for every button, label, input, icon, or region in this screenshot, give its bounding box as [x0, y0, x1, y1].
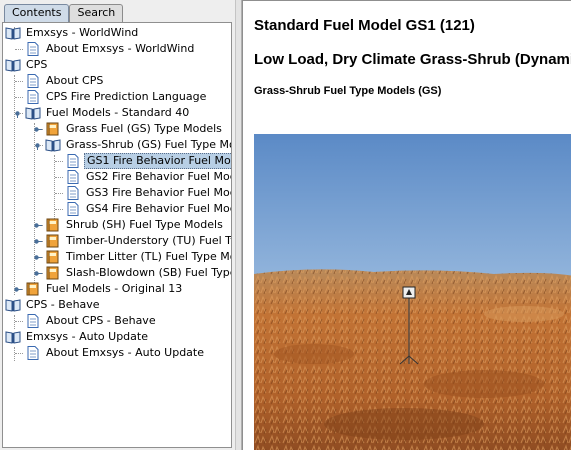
tree-item-label: Timber Litter (TL) Fuel Type Model — [66, 250, 231, 263]
tree-item-label: Emxsys - Auto Update — [26, 330, 148, 343]
tree-item[interactable]: About CPS — [3, 73, 231, 89]
page-icon — [65, 202, 81, 216]
expand-toggle-icon[interactable] — [33, 253, 42, 262]
tree-item-label: Grass Fuel (GS) Type Models — [66, 122, 222, 135]
collapse-toggle-icon[interactable] — [13, 109, 22, 118]
collapse-toggle-icon[interactable] — [33, 141, 42, 150]
book-closed-icon — [45, 250, 61, 264]
page-title: Standard Fuel Model GS1 (121) — [254, 17, 475, 34]
tree-item-label: GS3 Fire Behavior Fuel Model — [86, 186, 232, 199]
tree-item[interactable]: Emxsys - Auto Update — [3, 329, 231, 345]
tree-connector-line — [55, 209, 63, 210]
book-open-icon — [25, 106, 41, 120]
tree-item-label: CPS — [26, 58, 48, 71]
tree-item-label: About Emxsys - Auto Update — [46, 346, 205, 359]
book-open-icon — [45, 138, 61, 152]
help-navigator-panel: Contents Search Emxsys - WorldWind About … — [0, 0, 235, 450]
page-icon — [25, 74, 41, 88]
page-icon — [65, 170, 81, 184]
tree-item-label: Shrub (SH) Fuel Type Models — [66, 218, 223, 231]
tree-item-label: CPS - Behave — [26, 298, 100, 311]
book-open-icon — [5, 58, 21, 72]
book-open-icon — [5, 298, 21, 312]
panel-splitter[interactable] — [235, 0, 242, 450]
book-closed-icon — [45, 122, 61, 136]
page-icon — [65, 186, 81, 200]
tree-item-label: GS2 Fire Behavior Fuel Model — [86, 170, 232, 183]
tree-item-label: Emxsys - WorldWind — [26, 26, 139, 39]
expand-toggle-icon[interactable] — [33, 269, 42, 278]
page-icon — [25, 314, 41, 328]
tree-connector-line — [15, 321, 23, 322]
tree-item[interactable]: Grass-Shrub (GS) Fuel Type Mod — [3, 137, 231, 153]
page-icon — [25, 346, 41, 360]
tree-item[interactable]: GS1 Fire Behavior Fuel Model — [3, 153, 231, 169]
tree-item-label: CPS Fire Prediction Language — [46, 90, 207, 103]
tree-item[interactable]: Fuel Models - Standard 40 — [3, 105, 231, 121]
page-subtitle: Low Load, Dry Climate Grass-Shrub (Dynam… — [254, 51, 571, 68]
tree-item[interactable]: About Emxsys - WorldWind — [3, 41, 231, 57]
book-closed-icon — [45, 266, 61, 280]
tree-connector-line — [55, 161, 63, 162]
tree-connector-line — [15, 353, 23, 354]
tree-item-label: Fuel Models - Standard 40 — [46, 106, 190, 119]
expand-toggle-icon[interactable] — [33, 237, 42, 246]
book-open-icon — [5, 26, 21, 40]
book-closed-icon — [25, 282, 41, 296]
tree-item-label: Timber-Understory (TU) Fuel Type — [66, 234, 232, 247]
tab-contents[interactable]: Contents — [4, 4, 70, 23]
tree-item[interactable]: CPS — [3, 57, 231, 73]
tree-connector-line — [15, 81, 23, 82]
tree-item-label: GS4 Fire Behavior Fuel Model — [86, 202, 232, 215]
tree-item-label: Fuel Models - Original 13 — [46, 282, 183, 295]
book-closed-icon — [45, 234, 61, 248]
help-content-viewer: Standard Fuel Model GS1 (121) Low Load, … — [242, 0, 571, 450]
tree-item[interactable]: Timber-Understory (TU) Fuel Type — [3, 233, 231, 249]
tab-search[interactable]: Search — [69, 4, 124, 22]
expand-toggle-icon[interactable] — [33, 125, 42, 134]
tree-item[interactable]: Emxsys - WorldWind — [3, 25, 231, 41]
page-icon — [65, 154, 81, 168]
tree-connector-line — [15, 97, 23, 98]
contents-tree[interactable]: Emxsys - WorldWind About Emxsys - WorldWi… — [2, 22, 232, 448]
book-open-icon — [5, 330, 21, 344]
section-heading: Grass-Shrub Fuel Type Models (GS) — [254, 85, 442, 97]
tree-item[interactable]: GS3 Fire Behavior Fuel Model — [3, 185, 231, 201]
tree-item[interactable]: Shrub (SH) Fuel Type Models — [3, 217, 231, 233]
book-closed-icon — [45, 218, 61, 232]
tree-item[interactable]: Fuel Models - Original 13 — [3, 281, 231, 297]
tree-item-label: About CPS - Behave — [46, 314, 156, 327]
tree-item[interactable]: Timber Litter (TL) Fuel Type Model — [3, 249, 231, 265]
tree-item[interactable]: Grass Fuel (GS) Type Models — [3, 121, 231, 137]
tree-item-label: Grass-Shrub (GS) Fuel Type Mod — [66, 138, 232, 151]
tree-item-label: Slash-Blowdown (SB) Fuel Type — [66, 266, 232, 279]
tree-item[interactable]: GS4 Fire Behavior Fuel Model — [3, 201, 231, 217]
tree-item[interactable]: CPS - Behave — [3, 297, 231, 313]
grass-shrub-landscape-image — [254, 134, 571, 450]
tree-item-label: About CPS — [46, 74, 104, 87]
tree-connector-line — [15, 49, 23, 50]
page-icon — [25, 90, 41, 104]
expand-toggle-icon[interactable] — [13, 285, 22, 294]
tree-item[interactable]: About Emxsys - Auto Update — [3, 345, 231, 361]
tree-item-label: GS1 Fire Behavior Fuel Model — [84, 153, 231, 169]
page-icon — [25, 42, 41, 56]
expand-toggle-icon[interactable] — [33, 221, 42, 230]
navigator-tabs: Contents Search — [4, 4, 124, 23]
tree-item[interactable]: GS2 Fire Behavior Fuel Model — [3, 169, 231, 185]
tree-item[interactable]: CPS Fire Prediction Language — [3, 89, 231, 105]
tree-connector-line — [55, 177, 63, 178]
fuel-model-photo — [254, 134, 571, 450]
tree-item-label: About Emxsys - WorldWind — [46, 42, 195, 55]
tree-item[interactable]: Slash-Blowdown (SB) Fuel Type — [3, 265, 231, 281]
tree-connector-line — [55, 193, 63, 194]
tree-item[interactable]: About CPS - Behave — [3, 313, 231, 329]
